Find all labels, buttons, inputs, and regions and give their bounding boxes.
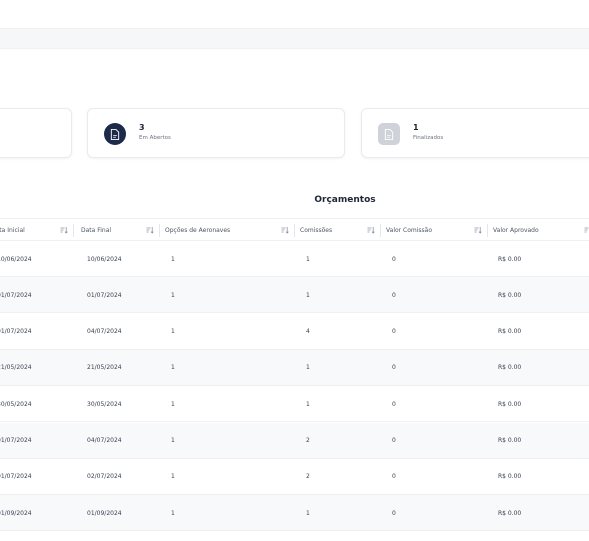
column-divider[interactable] bbox=[73, 224, 74, 237]
cell-data-inicial: 01/09/2024 bbox=[0, 509, 32, 517]
table-row[interactable]: 30/05/2024 30/05/2024 1 1 0 R$ 0.00 bbox=[0, 386, 589, 423]
cell-comissoes: 1 bbox=[306, 291, 310, 299]
table-row[interactable]: 01/07/2024 02/07/2024 1 2 0 R$ 0.00 bbox=[0, 459, 589, 495]
cell-valor-aprovado: R$ 0.00 bbox=[498, 255, 522, 263]
header-col-data-final[interactable]: Data Final bbox=[76, 219, 160, 242]
header-label: Valor Comissão bbox=[386, 227, 432, 234]
cell-comissoes: 2 bbox=[306, 437, 310, 444]
cell-data-final: 04/07/2024 bbox=[87, 437, 122, 444]
table-row[interactable]: 01/07/2024 04/07/2024 1 4 0 R$ 0.00 bbox=[0, 314, 589, 350]
top-header bbox=[0, 0, 589, 28]
cell-valor-comissao: 0 bbox=[392, 400, 396, 408]
cell-valor-comissao: 0 bbox=[392, 255, 396, 263]
header-label: Data Final bbox=[81, 227, 112, 234]
cell-data-inicial: 21/05/2024 bbox=[0, 364, 32, 372]
cell-opcoes-aeronaves: 1 bbox=[171, 509, 175, 517]
filter-sort-icon[interactable] bbox=[60, 226, 68, 234]
cell-comissoes: 1 bbox=[306, 509, 310, 517]
cell-comissoes: 4 bbox=[306, 328, 310, 336]
cell-valor-aprovado: R$ 0.00 bbox=[498, 473, 522, 481]
cell-data-final: 21/05/2024 bbox=[87, 364, 122, 372]
stat-card-open[interactable]: 3 Em Abertos bbox=[87, 108, 345, 158]
header-col-data-inicial[interactable]: Data Inicial bbox=[0, 219, 74, 242]
cell-comissoes: 1 bbox=[306, 400, 310, 408]
filter-sort-icon[interactable] bbox=[474, 226, 482, 234]
cell-data-final: 01/09/2024 bbox=[87, 509, 122, 517]
table-row[interactable]: 21/05/2024 21/05/2024 1 1 0 R$ 0.00 bbox=[0, 349, 589, 386]
cell-valor-aprovado: R$ 0.00 bbox=[498, 364, 522, 372]
table-row[interactable]: 10/06/2024 10/06/2024 1 1 0 R$ 0.00 bbox=[0, 241, 589, 277]
cell-opcoes-aeronaves: 1 bbox=[171, 437, 175, 444]
header-label: Opções de Aeronaves bbox=[165, 227, 231, 234]
document-icon bbox=[378, 123, 400, 145]
cell-opcoes-aeronaves: 1 bbox=[171, 255, 175, 263]
open-label: Em Abertos bbox=[139, 135, 171, 141]
open-count: 3 bbox=[139, 123, 145, 132]
filter-sort-icon[interactable] bbox=[281, 226, 289, 234]
document-icon bbox=[104, 123, 126, 145]
stat-card-finalized[interactable]: 1 Finalizados bbox=[361, 108, 589, 158]
table-row[interactable]: 01/09/2024 01/09/2024 1 1 0 R$ 0.00 bbox=[0, 495, 589, 532]
cell-data-inicial: 01/07/2024 bbox=[0, 437, 32, 444]
header-col-comissoes[interactable]: Comissões bbox=[295, 219, 381, 242]
table-row[interactable]: 01/07/2024 01/07/2024 1 1 0 R$ 0.00 bbox=[0, 277, 589, 314]
sub-header-bar bbox=[0, 28, 589, 49]
cell-opcoes-aeronaves: 1 bbox=[171, 291, 175, 299]
cell-data-inicial: 01/07/2024 bbox=[0, 291, 32, 299]
cell-comissoes: 1 bbox=[306, 364, 310, 372]
cell-opcoes-aeronaves: 1 bbox=[171, 400, 175, 408]
filter-sort-icon[interactable] bbox=[584, 226, 589, 234]
cell-valor-comissao: 0 bbox=[392, 328, 396, 336]
cell-data-inicial: 10/06/2024 bbox=[0, 255, 32, 263]
cell-data-inicial: 30/05/2024 bbox=[0, 400, 32, 408]
table-header: Data Inicial Data Final Opções de Aeronave… bbox=[0, 218, 589, 241]
table-row[interactable]: 01/07/2024 04/07/2024 1 2 0 R$ 0.00 bbox=[0, 422, 589, 459]
cell-comissoes: 2 bbox=[306, 473, 310, 481]
header-label: Data Inicial bbox=[0, 227, 25, 234]
header-col-valor-comissao[interactable]: Valor Comissão bbox=[381, 219, 488, 242]
cell-valor-aprovado: R$ 0.00 bbox=[498, 400, 522, 408]
header-col-valor-aprovado[interactable]: Valor Aprovado bbox=[488, 219, 589, 242]
cell-data-final: 01/07/2024 bbox=[87, 291, 122, 299]
cell-valor-comissao: 0 bbox=[392, 437, 396, 444]
cell-data-final: 10/06/2024 bbox=[87, 255, 122, 263]
cell-valor-comissao: 0 bbox=[392, 364, 396, 372]
finalized-count: 1 bbox=[413, 123, 419, 132]
cell-opcoes-aeronaves: 1 bbox=[171, 364, 175, 372]
cell-valor-comissao: 0 bbox=[392, 291, 396, 299]
cell-valor-aprovado: R$ 0.00 bbox=[498, 509, 522, 517]
header-label: Valor Aprovado bbox=[493, 227, 539, 234]
cell-valor-aprovado: R$ 0.00 bbox=[498, 437, 522, 444]
cell-valor-aprovado: R$ 0.00 bbox=[498, 328, 522, 336]
table-title: Orçamentos bbox=[314, 195, 376, 205]
finalized-label: Finalizados bbox=[413, 135, 444, 141]
cell-valor-aprovado: R$ 0.00 bbox=[498, 291, 522, 299]
filter-sort-icon[interactable] bbox=[367, 226, 375, 234]
filter-sort-icon[interactable] bbox=[146, 226, 154, 234]
header-col-opcoes-aeronaves[interactable]: Opções de Aeronaves bbox=[160, 219, 295, 242]
stat-card-total[interactable] bbox=[0, 108, 72, 158]
cell-valor-comissao: 0 bbox=[392, 473, 396, 481]
cell-valor-comissao: 0 bbox=[392, 509, 396, 517]
header-label: Comissões bbox=[300, 227, 333, 234]
cell-data-inicial: 01/07/2024 bbox=[0, 473, 32, 481]
cell-data-final: 02/07/2024 bbox=[87, 473, 122, 481]
cell-data-final: 04/07/2024 bbox=[87, 328, 122, 336]
cell-opcoes-aeronaves: 1 bbox=[171, 328, 175, 336]
cell-data-inicial: 01/07/2024 bbox=[0, 328, 32, 336]
cell-data-final: 30/05/2024 bbox=[87, 400, 122, 408]
cell-comissoes: 1 bbox=[306, 255, 310, 263]
cell-opcoes-aeronaves: 1 bbox=[171, 473, 175, 481]
